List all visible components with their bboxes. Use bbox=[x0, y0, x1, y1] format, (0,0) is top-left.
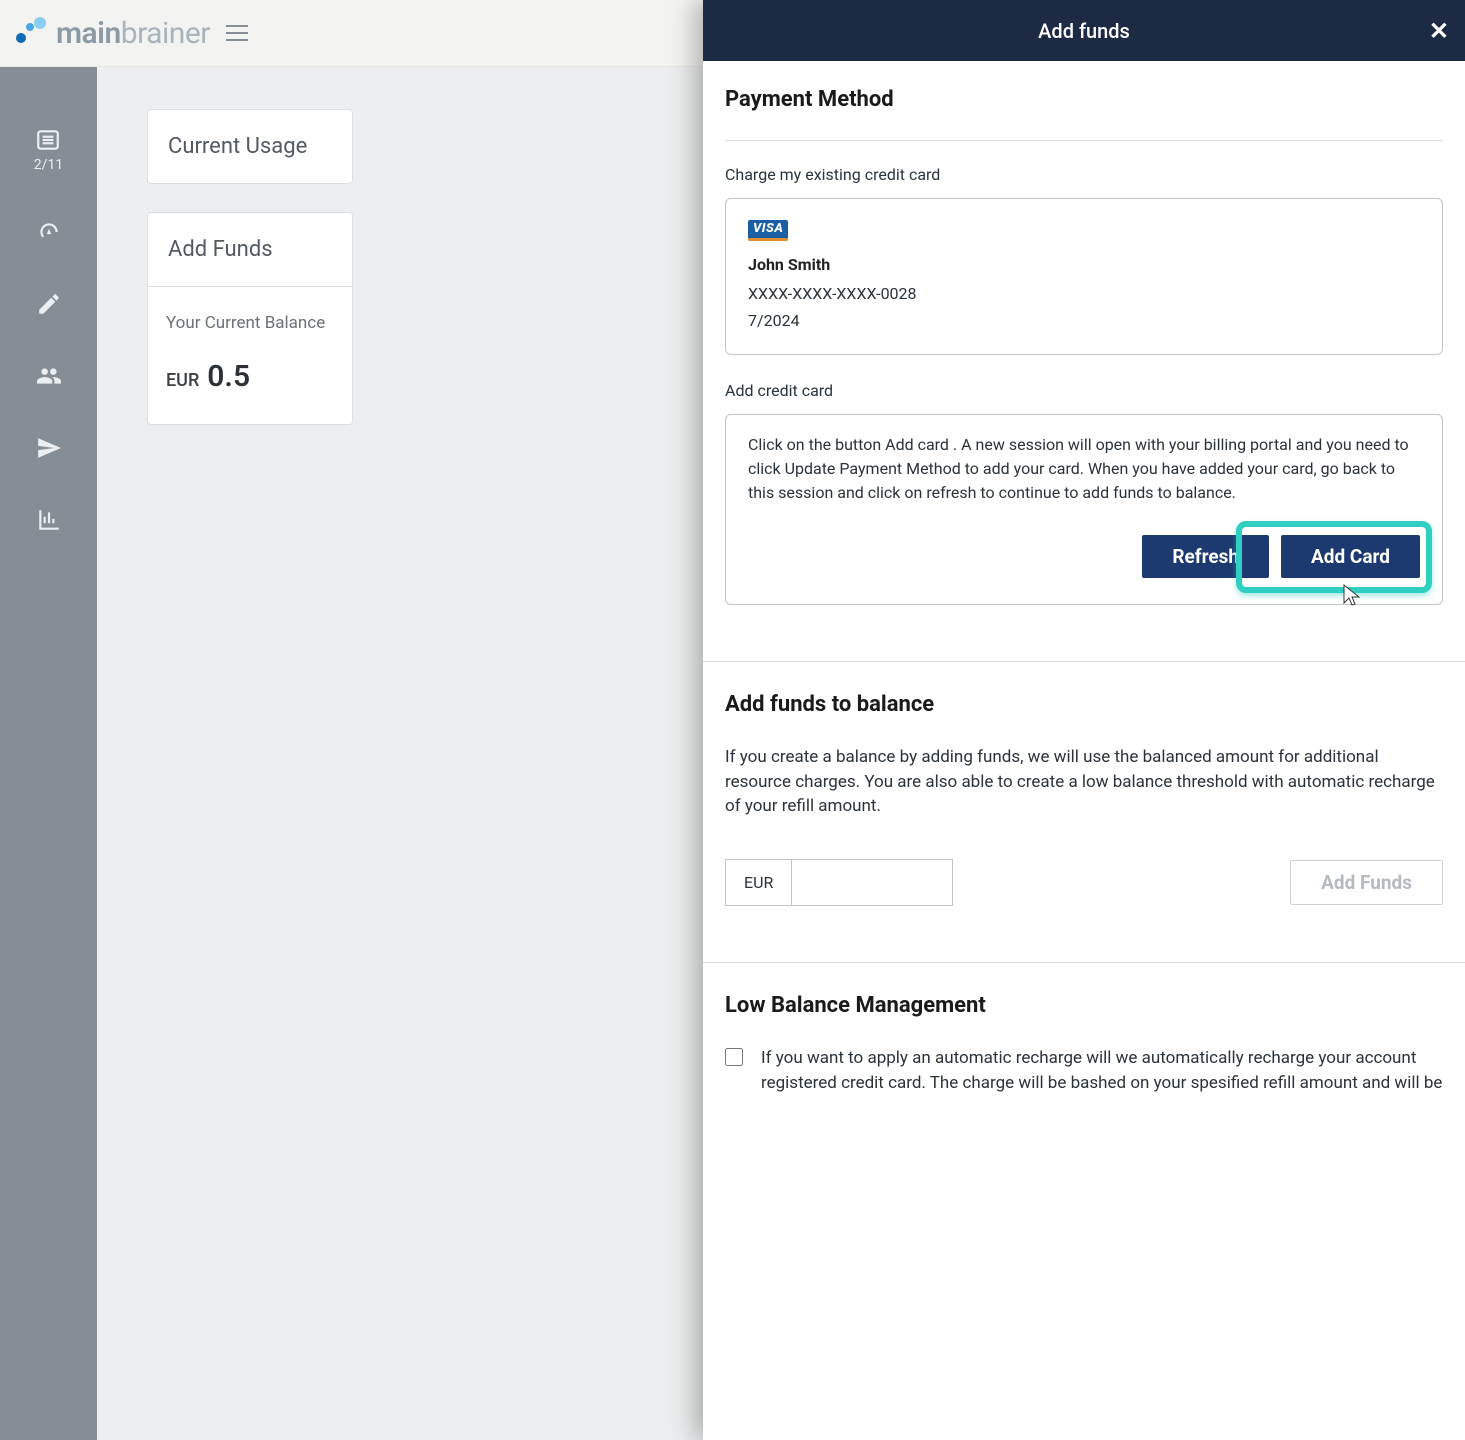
payment-method-title: Payment Method bbox=[725, 87, 1443, 112]
card-brand-icon: VISA bbox=[748, 220, 788, 241]
balance-currency: EUR bbox=[166, 370, 199, 391]
current-usage-title: Current Usage bbox=[148, 110, 352, 183]
balance-label: Your Current Balance bbox=[166, 313, 334, 333]
menu-toggle-icon[interactable] bbox=[226, 25, 248, 41]
sidebar-item-steps[interactable]: 2/11 bbox=[34, 127, 63, 173]
add-funds-card: Add Funds Your Current Balance EUR 0.5 bbox=[147, 212, 353, 425]
paper-plane-icon bbox=[36, 435, 62, 461]
card-number: XXXX-XXXX-XXXX-0028 bbox=[748, 284, 1420, 303]
add-card-button[interactable]: Add Card bbox=[1281, 535, 1420, 578]
divider bbox=[725, 140, 1443, 141]
add-funds-title: Add Funds bbox=[148, 213, 352, 287]
add-funds-description: If you create a balance by adding funds,… bbox=[725, 745, 1443, 819]
sidebar-counter: 2/11 bbox=[34, 157, 63, 173]
section-divider bbox=[703, 661, 1465, 662]
sidebar-item-users[interactable] bbox=[36, 363, 62, 389]
people-icon bbox=[36, 363, 62, 389]
add-funds-button[interactable]: Add Funds bbox=[1290, 860, 1443, 905]
sidebar-item-dashboard[interactable] bbox=[36, 219, 62, 245]
logo[interactable]: mainbrainer bbox=[12, 15, 210, 51]
panel-header: Add funds ✕ bbox=[703, 0, 1465, 61]
amount-input-group: EUR bbox=[725, 859, 953, 906]
auto-recharge-label: If you want to apply an automatic rechar… bbox=[761, 1046, 1443, 1095]
pencil-icon bbox=[36, 291, 62, 317]
add-funds-panel: Add funds ✕ Payment Method Charge my exi… bbox=[703, 0, 1465, 1440]
chart-icon bbox=[36, 507, 62, 533]
current-usage-card: Current Usage bbox=[147, 109, 353, 184]
amount-input[interactable] bbox=[792, 860, 952, 905]
add-funds-section-title: Add funds to balance bbox=[725, 692, 1443, 717]
cardholder-name: John Smith bbox=[748, 255, 1420, 274]
auto-recharge-checkbox[interactable] bbox=[725, 1048, 743, 1066]
section-divider-2 bbox=[703, 962, 1465, 963]
add-card-label: Add credit card bbox=[725, 381, 1443, 400]
add-card-box: Click on the button Add card . A new ses… bbox=[725, 414, 1443, 605]
sidebar: 2/11 bbox=[0, 67, 97, 1440]
add-card-instructions: Click on the button Add card . A new ses… bbox=[748, 433, 1420, 505]
sidebar-item-edit[interactable] bbox=[36, 291, 62, 317]
logo-wordmark: mainbrainer bbox=[56, 16, 210, 51]
amount-currency: EUR bbox=[726, 860, 792, 905]
gauge-icon bbox=[36, 219, 62, 245]
balance-value: 0.5 bbox=[207, 359, 250, 394]
cursor-icon bbox=[1340, 583, 1364, 607]
panel-title: Add funds bbox=[1038, 19, 1130, 43]
sidebar-item-reports[interactable] bbox=[36, 507, 62, 533]
logo-icon bbox=[12, 15, 48, 51]
refresh-button[interactable]: Refresh bbox=[1142, 535, 1269, 578]
existing-card-label: Charge my existing credit card bbox=[725, 165, 1443, 184]
low-balance-title: Low Balance Management bbox=[725, 993, 1443, 1018]
close-icon[interactable]: ✕ bbox=[1429, 17, 1449, 45]
sidebar-item-send[interactable] bbox=[36, 435, 62, 461]
existing-card-box[interactable]: VISA John Smith XXXX-XXXX-XXXX-0028 7/20… bbox=[725, 198, 1443, 355]
card-expiry: 7/2024 bbox=[748, 311, 1420, 330]
list-icon bbox=[35, 127, 61, 153]
